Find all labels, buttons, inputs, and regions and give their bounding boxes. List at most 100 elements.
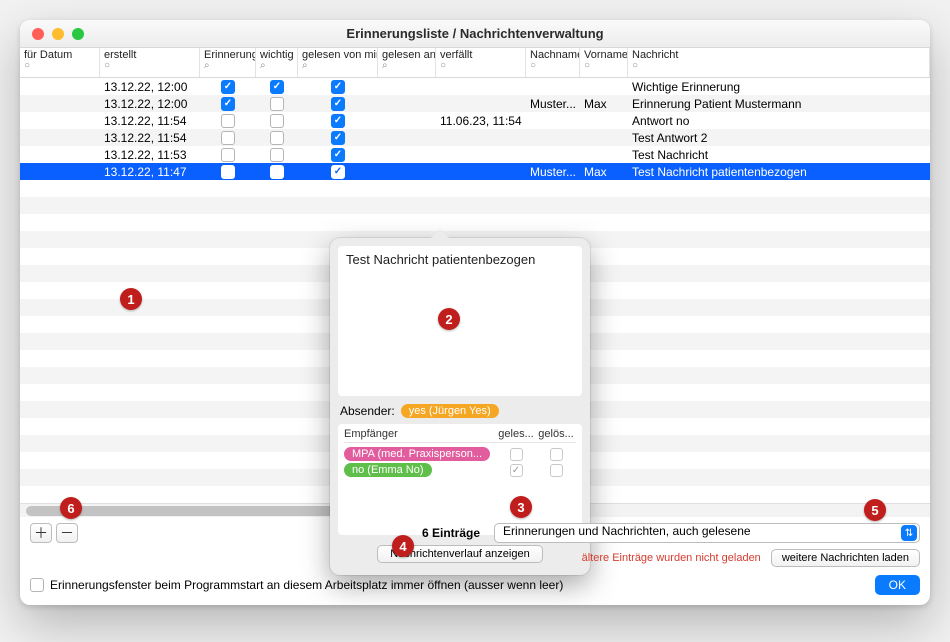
checkbox-cell[interactable] — [298, 114, 378, 128]
read-checkbox[interactable]: ✓ — [510, 464, 523, 477]
text-cell: 13.12.22, 11:54 — [100, 131, 200, 145]
col-vorname[interactable]: Vorname○ — [580, 48, 628, 77]
checkbox-cell[interactable] — [256, 165, 298, 179]
checkbox-cell[interactable] — [256, 80, 298, 94]
checkbox[interactable] — [221, 131, 235, 145]
checkbox-cell[interactable] — [200, 97, 256, 111]
recip-col-gelesen[interactable]: geles... — [496, 428, 536, 440]
sender-tag: yes (Jürgen Yes) — [401, 404, 499, 418]
col-gelesen-mir[interactable]: gelesen von mir⌕ — [298, 48, 378, 77]
table-row[interactable] — [20, 197, 930, 214]
checkbox[interactable] — [331, 114, 345, 128]
recipient-row[interactable]: no (Emma No) ✓ — [344, 463, 576, 477]
text-cell: Muster... — [526, 97, 580, 111]
text-cell: 13.12.22, 11:54 — [100, 114, 200, 128]
checkbox[interactable] — [331, 165, 345, 179]
checkbox[interactable] — [221, 165, 235, 179]
titlebar: Erinnerungsliste / Nachrichtenverwaltung — [20, 20, 930, 48]
text-cell: Test Antwort 2 — [628, 131, 930, 145]
recipient-tag: MPA (med. Praxisperson... — [344, 447, 490, 461]
col-gelesen-anderen[interactable]: gelesen an...⌕ — [378, 48, 436, 77]
recip-col-geloescht[interactable]: gelös... — [536, 428, 576, 440]
filter-select-value: Erinnerungen und Nachrichten, auch geles… — [503, 524, 751, 538]
zoom-icon[interactable] — [72, 28, 84, 40]
checkbox[interactable] — [270, 97, 284, 111]
col-wichtig[interactable]: wichtig⌕ — [256, 48, 298, 77]
text-cell: 13.12.22, 11:47 — [100, 165, 200, 179]
recip-col-empfaenger[interactable]: Empfänger — [344, 428, 496, 440]
checkbox[interactable] — [221, 114, 235, 128]
text-cell: 13.12.22, 12:00 — [100, 97, 200, 111]
checkbox-cell[interactable] — [298, 165, 378, 179]
auto-open-label: Erinnerungsfenster beim Programmstart an… — [50, 578, 563, 592]
checkbox-cell[interactable] — [200, 148, 256, 162]
deleted-checkbox[interactable] — [550, 448, 563, 461]
table-row[interactable]: 13.12.22, 11:53 Test Nachricht — [20, 146, 930, 163]
minimize-icon[interactable] — [52, 28, 64, 40]
text-cell: Muster... — [526, 165, 580, 179]
text-cell: Test Nachricht — [628, 148, 930, 162]
col-nachname[interactable]: Nachname○ — [526, 48, 580, 77]
text-cell: 13.12.22, 11:53 — [100, 148, 200, 162]
table-row[interactable]: 13.12.22, 12:00Muster...MaxErinnerung Pa… — [20, 95, 930, 112]
auto-open-checkbox[interactable] — [30, 578, 44, 592]
col-fuer-datum[interactable]: für Datum○ — [20, 48, 100, 77]
checkbox-cell[interactable] — [200, 80, 256, 94]
filter-select[interactable]: Erinnerungen und Nachrichten, auch geles… — [494, 523, 920, 543]
checkbox-cell[interactable] — [256, 148, 298, 162]
col-erstellt[interactable]: erstellt○ — [100, 48, 200, 77]
table-row[interactable] — [20, 180, 930, 197]
checkbox[interactable] — [331, 148, 345, 162]
table-row[interactable] — [20, 214, 930, 231]
table-row[interactable]: 13.12.22, 11:54 Test Antwort 2 — [20, 129, 930, 146]
add-button[interactable]: ＋ — [30, 523, 52, 543]
app-window: Erinnerungsliste / Nachrichtenverwaltung… — [20, 20, 930, 605]
checkbox[interactable] — [221, 148, 235, 162]
load-more-button[interactable]: weitere Nachrichten laden — [771, 549, 920, 567]
checkbox-cell[interactable] — [200, 165, 256, 179]
table-header: für Datum○ erstellt○ Erinnerung⌕ wichtig… — [20, 48, 930, 78]
recipient-tag: no (Emma No) — [344, 463, 432, 477]
older-entries-note: ältere Einträge wurden nicht geladen — [582, 552, 761, 564]
checkbox[interactable] — [331, 131, 345, 145]
checkbox-cell[interactable] — [256, 114, 298, 128]
col-verfaellt[interactable]: verfällt○ — [436, 48, 526, 77]
checkbox[interactable] — [270, 165, 284, 179]
message-text[interactable]: Test Nachricht patientenbezogen — [338, 246, 582, 396]
checkbox-cell[interactable] — [256, 97, 298, 111]
sender-row: Absender: yes (Jürgen Yes) — [340, 404, 580, 418]
table-row[interactable]: 13.12.22, 11:47Muster...MaxTest Nachrich… — [20, 163, 930, 180]
chevron-updown-icon: ⇅ — [901, 525, 917, 541]
checkbox-cell[interactable] — [298, 148, 378, 162]
checkbox-cell[interactable] — [298, 97, 378, 111]
checkbox[interactable] — [221, 80, 235, 94]
close-icon[interactable] — [32, 28, 44, 40]
table-row[interactable]: 13.12.22, 12:00Wichtige Erinnerung — [20, 78, 930, 95]
checkbox[interactable] — [270, 80, 284, 94]
checkbox[interactable] — [270, 148, 284, 162]
table-row[interactable]: 13.12.22, 11:5411.06.23, 11:54Antwort no — [20, 112, 930, 129]
checkbox-cell[interactable] — [200, 114, 256, 128]
col-erinnerung[interactable]: Erinnerung⌕ — [200, 48, 256, 77]
read-checkbox[interactable] — [510, 448, 523, 461]
col-nachricht[interactable]: Nachricht○ — [628, 48, 930, 77]
text-cell: Wichtige Erinnerung — [628, 80, 930, 94]
entry-count: 6 Einträge — [422, 526, 480, 540]
text-cell: Erinnerung Patient Mustermann — [628, 97, 930, 111]
recipient-row[interactable]: MPA (med. Praxisperson... — [344, 447, 576, 461]
checkbox-cell[interactable] — [200, 131, 256, 145]
deleted-checkbox[interactable] — [550, 464, 563, 477]
window-title: Erinnerungsliste / Nachrichtenverwaltung — [30, 26, 920, 41]
remove-button[interactable]: － — [56, 523, 78, 543]
ok-button[interactable]: OK — [875, 575, 920, 595]
window-controls — [32, 28, 84, 40]
checkbox[interactable] — [270, 114, 284, 128]
footer: ＋ － 6 Einträge Erinnerungen und Nachrich… — [20, 517, 930, 605]
checkbox-cell[interactable] — [256, 131, 298, 145]
checkbox-cell[interactable] — [298, 131, 378, 145]
checkbox-cell[interactable] — [298, 80, 378, 94]
checkbox[interactable] — [221, 97, 235, 111]
checkbox[interactable] — [331, 80, 345, 94]
checkbox[interactable] — [270, 131, 284, 145]
checkbox[interactable] — [331, 97, 345, 111]
